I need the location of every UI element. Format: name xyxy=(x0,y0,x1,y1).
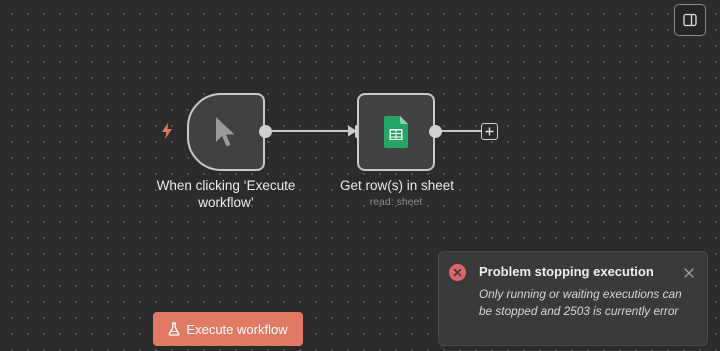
workflow-canvas[interactable]: When clicking ‘Execute workflow’ Get row… xyxy=(0,0,720,351)
node-manual-trigger[interactable] xyxy=(187,93,265,171)
trigger-output-handle[interactable] xyxy=(259,125,272,138)
sidebar-panel-icon xyxy=(683,13,697,27)
flask-icon xyxy=(168,322,180,336)
sheet-node-subtitle: read: sheet xyxy=(369,196,423,208)
error-toast: Problem stopping execution Only running … xyxy=(438,251,708,346)
trigger-node-label: When clicking ‘Execute workflow’ xyxy=(156,178,296,210)
google-sheets-icon xyxy=(384,116,408,148)
close-icon[interactable] xyxy=(682,266,696,280)
error-circle-icon xyxy=(449,264,466,281)
execute-workflow-label: Execute workflow xyxy=(186,321,288,337)
panel-toggle-button[interactable] xyxy=(674,4,706,36)
sheet-node-label: Get row(s) in sheet xyxy=(339,178,455,193)
toast-title: Problem stopping execution xyxy=(479,264,654,279)
plus-icon xyxy=(485,127,494,136)
node-google-sheets[interactable] xyxy=(357,93,435,171)
execute-workflow-button[interactable]: Execute workflow xyxy=(153,312,303,346)
toast-message: Only running or waiting executions can b… xyxy=(479,287,682,318)
lightning-bolt-icon xyxy=(162,123,172,139)
sheet-output-handle[interactable] xyxy=(429,125,442,138)
cursor-pointer-icon xyxy=(216,117,235,147)
add-node-button[interactable] xyxy=(481,123,498,140)
